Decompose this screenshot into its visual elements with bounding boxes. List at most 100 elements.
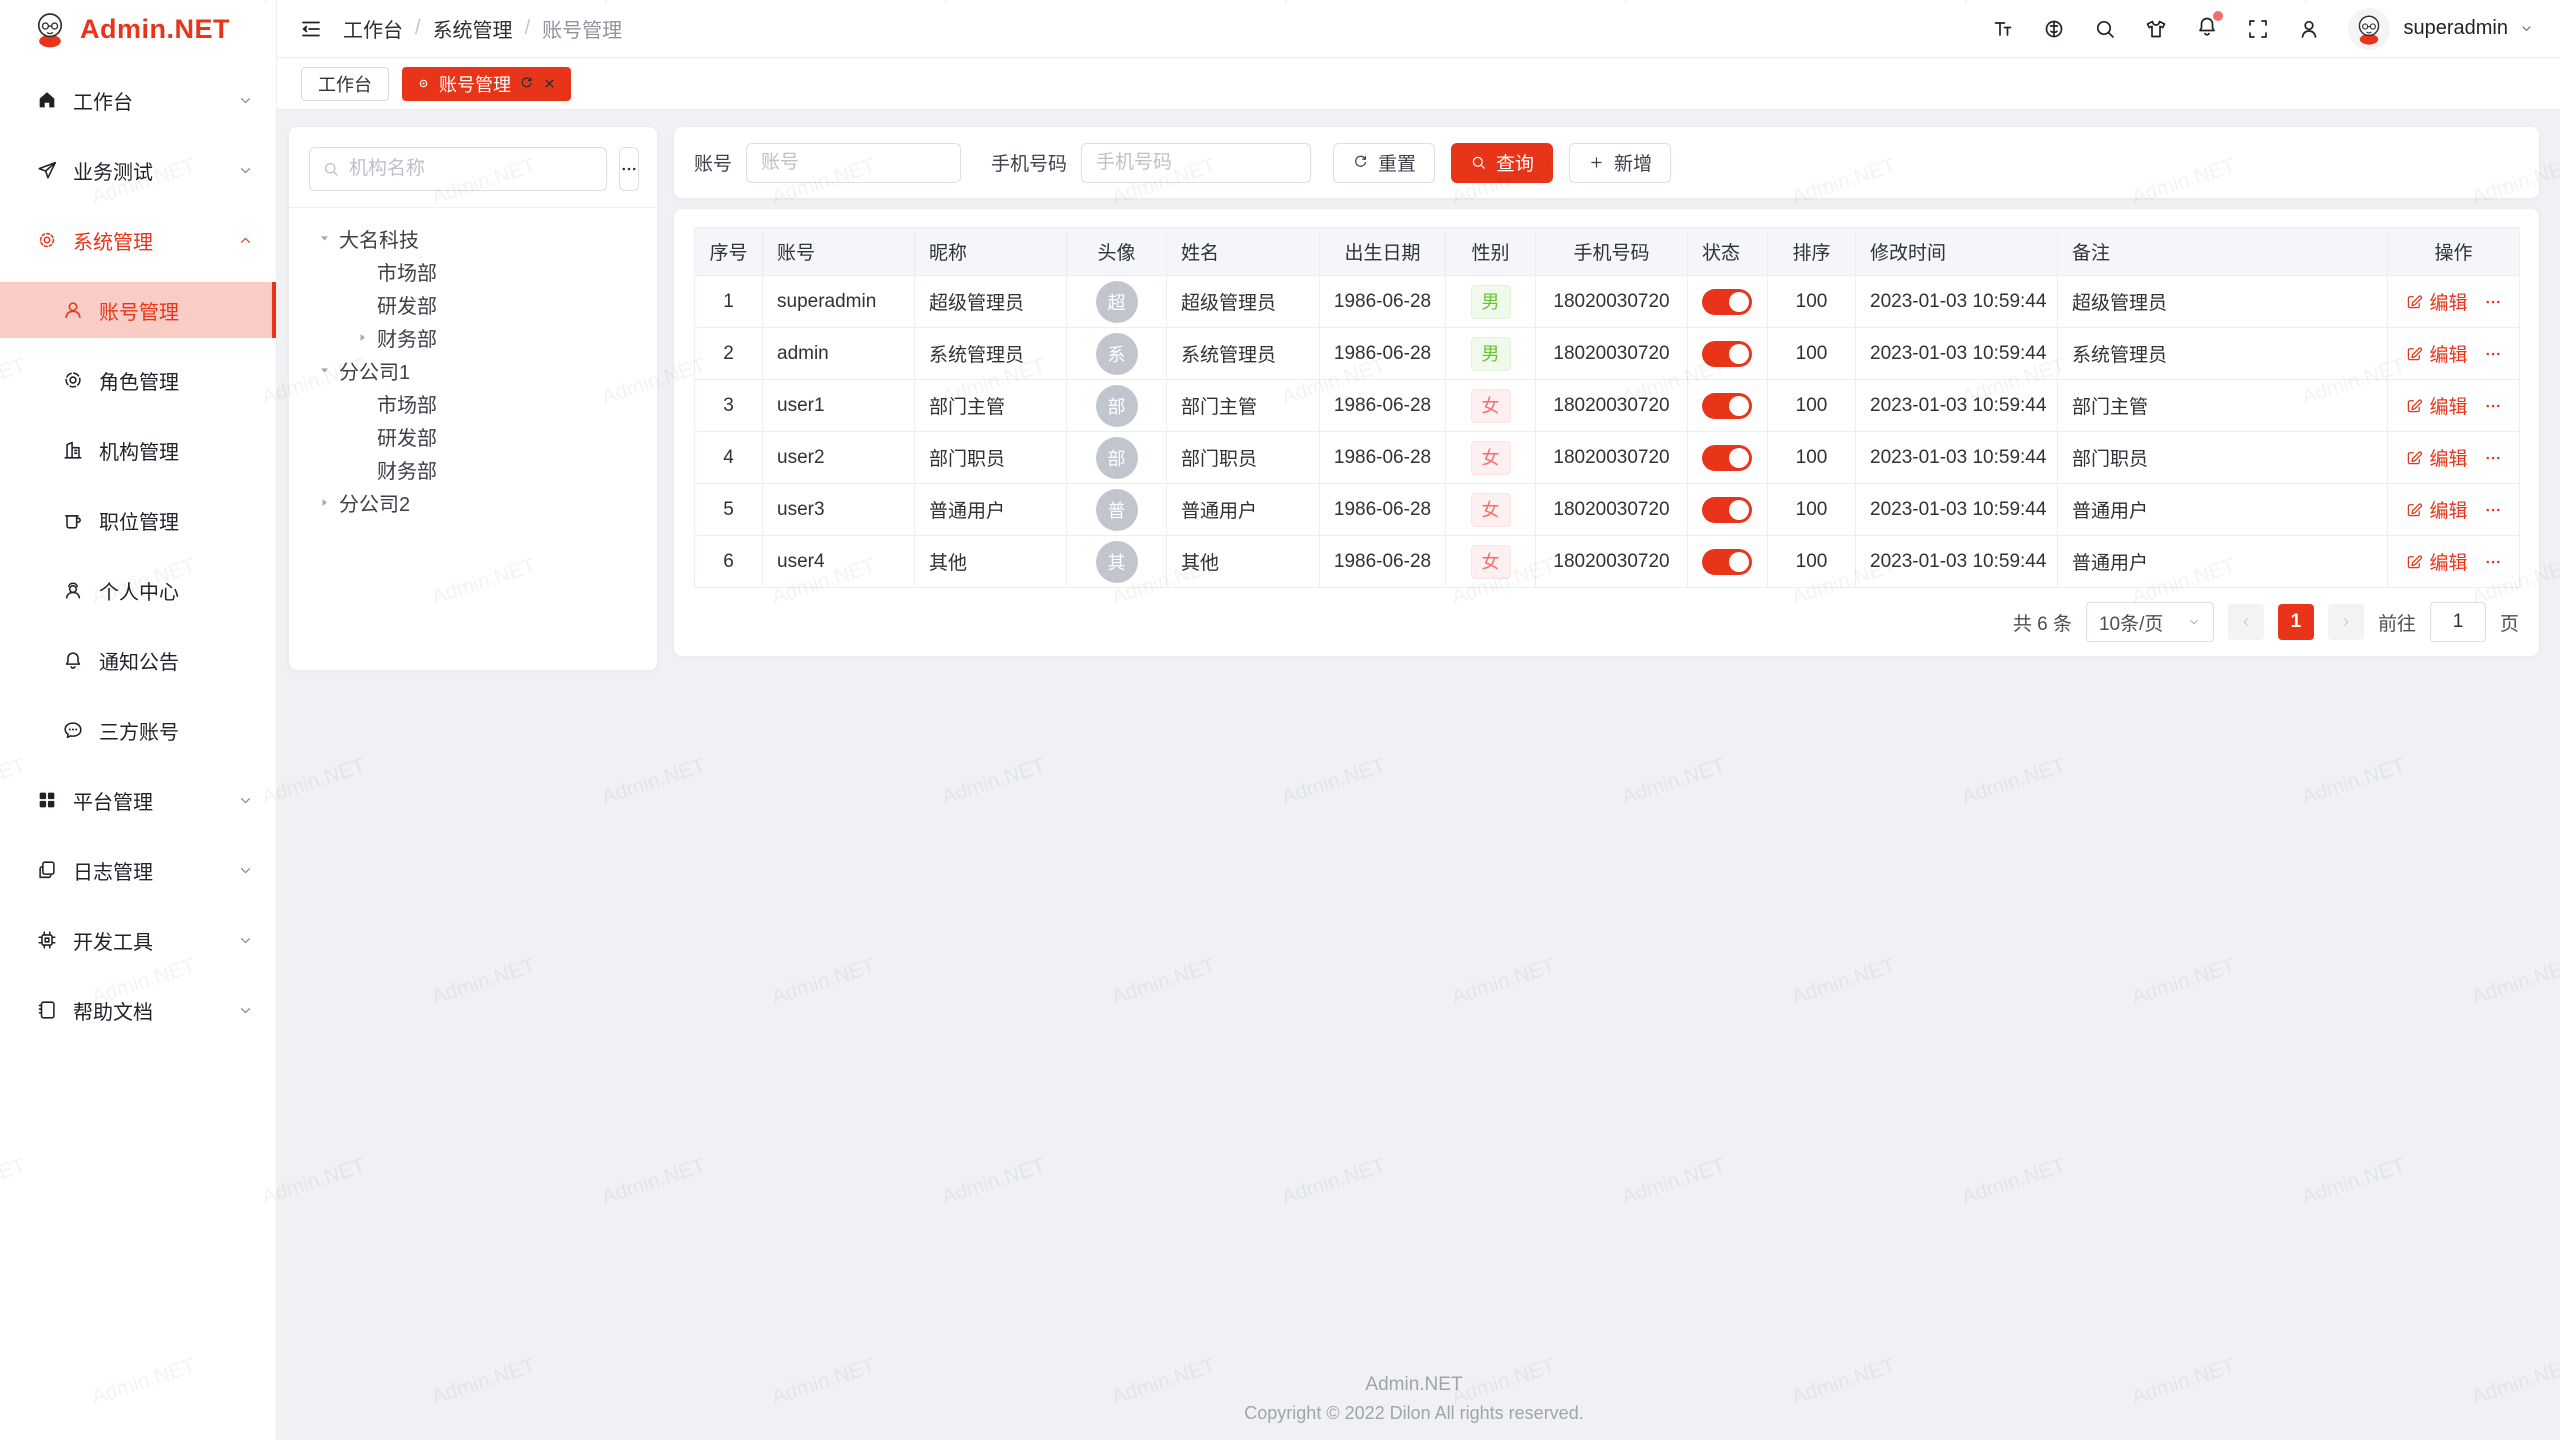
tree-node[interactable]: 研发部 xyxy=(299,420,647,453)
breadcrumb-item[interactable]: 系统管理 xyxy=(433,14,513,43)
tree-node[interactable]: 市场部 xyxy=(299,387,647,420)
cell-name: 系统管理员 xyxy=(1167,328,1320,380)
post-icon xyxy=(62,509,84,531)
status-toggle[interactable] xyxy=(1702,289,1752,315)
edit-button[interactable]: 编辑 xyxy=(2405,548,2467,575)
footer: Admin.NET Copyright © 2022 Dilon All rig… xyxy=(289,1362,2539,1440)
cell-account: admin xyxy=(763,328,915,380)
sidebar-item-send[interactable]: 业务测试 xyxy=(0,142,276,198)
cell-actions: 编辑 xyxy=(2388,380,2520,432)
org-more-button[interactable] xyxy=(619,147,639,191)
tab-账号管理[interactable]: 账号管理 xyxy=(402,67,571,101)
sidebar-subitem-user[interactable]: 账号管理 xyxy=(0,282,276,338)
row-more-button[interactable] xyxy=(2484,553,2502,571)
sidebar-item-home[interactable]: 工作台 xyxy=(0,72,276,128)
phone-input[interactable] xyxy=(1081,143,1311,183)
reset-button[interactable]: 重置 xyxy=(1333,143,1435,183)
fullscreen-button[interactable] xyxy=(2246,17,2270,41)
person-icon xyxy=(2297,17,2321,41)
sidebar-item-grid[interactable]: 平台管理 xyxy=(0,772,276,828)
sidebar-subitem-post[interactable]: 职位管理 xyxy=(0,492,276,548)
status-toggle[interactable] xyxy=(1702,497,1752,523)
tab-close-button[interactable] xyxy=(542,76,557,91)
chev-down-icon xyxy=(237,932,254,949)
edit-button[interactable]: 编辑 xyxy=(2405,444,2467,471)
edit-icon xyxy=(2405,293,2423,311)
tree-node[interactable]: 财务部 xyxy=(299,453,647,486)
status-toggle[interactable] xyxy=(1702,393,1752,419)
user-name[interactable]: superadmin xyxy=(2403,17,2508,40)
tab-label: 账号管理 xyxy=(439,71,511,97)
theme-button[interactable] xyxy=(2144,17,2168,41)
org-search-input[interactable] xyxy=(349,158,594,180)
status-toggle[interactable] xyxy=(1702,549,1752,575)
user-avatar[interactable] xyxy=(2348,8,2390,50)
home-icon xyxy=(36,89,58,111)
locale-button[interactable] xyxy=(2042,17,2066,41)
row-more-button[interactable] xyxy=(2484,501,2502,519)
row-more-button[interactable] xyxy=(2484,345,2502,363)
edit-button[interactable]: 编辑 xyxy=(2405,392,2467,419)
sidebar-subitem-chat[interactable]: 三方账号 xyxy=(0,702,276,758)
page-size-select[interactable]: 10条/页 xyxy=(2086,602,2214,642)
cell-avatar: 系 xyxy=(1067,328,1167,380)
edit-button[interactable]: 编辑 xyxy=(2405,288,2467,315)
logo[interactable]: Admin.NET xyxy=(0,0,276,58)
row-more-button[interactable] xyxy=(2484,449,2502,467)
prev-page-button[interactable] xyxy=(2228,604,2264,640)
breadcrumb-separator: / xyxy=(415,17,421,40)
edit-label: 编辑 xyxy=(2429,444,2467,471)
tree-node[interactable]: 市场部 xyxy=(299,255,647,288)
edit-button[interactable]: 编辑 xyxy=(2405,496,2467,523)
tree-node[interactable]: 财务部 xyxy=(299,321,647,354)
tree-node[interactable]: 分公司2 xyxy=(299,486,647,519)
user-table-card: 序号账号昵称头像姓名出生日期性别手机号码状态排序修改时间备注操作1superad… xyxy=(674,209,2539,656)
cell-nickname: 系统管理员 xyxy=(915,328,1067,380)
table-header-row: 序号账号昵称头像姓名出生日期性别手机号码状态排序修改时间备注操作 xyxy=(695,228,2520,276)
row-actions: 编辑 xyxy=(2392,340,2515,367)
sidebar-subitem-label: 账号管理 xyxy=(99,296,250,325)
chev-down-icon xyxy=(237,162,254,179)
sidebar-subitem-org[interactable]: 机构管理 xyxy=(0,422,276,478)
breadcrumb-item[interactable]: 工作台 xyxy=(343,14,403,43)
search-button[interactable]: 查询 xyxy=(1451,143,1553,183)
next-page-button[interactable] xyxy=(2328,604,2364,640)
header-left: 工作台/系统管理/账号管理 xyxy=(299,14,622,43)
row-more-button[interactable] xyxy=(2484,397,2502,415)
account-input[interactable] xyxy=(746,143,961,183)
sidebar-item-book[interactable]: 帮助文档 xyxy=(0,982,276,1038)
cell-order: 100 xyxy=(1768,432,1856,484)
goto-page-input[interactable] xyxy=(2430,602,2486,642)
sidebar-item-label: 开发工具 xyxy=(73,926,222,955)
sidebar-subitem-role[interactable]: 角色管理 xyxy=(0,352,276,408)
sidebar-item-logs[interactable]: 日志管理 xyxy=(0,842,276,898)
phone-label: 手机号码 xyxy=(991,149,1067,176)
tree-caret[interactable] xyxy=(347,331,377,344)
cell-phone: 18020030720 xyxy=(1536,432,1688,484)
sidebar-item-label: 业务测试 xyxy=(73,156,222,185)
add-button[interactable]: 新增 xyxy=(1569,143,1671,183)
menu-fold-icon[interactable] xyxy=(299,17,323,41)
tree-caret[interactable] xyxy=(309,496,339,509)
search-button[interactable] xyxy=(2093,17,2117,41)
tree-caret[interactable] xyxy=(309,364,339,377)
profile-button[interactable] xyxy=(2297,17,2321,41)
sidebar-item-tools[interactable]: 开发工具 xyxy=(0,912,276,968)
tools-icon xyxy=(36,929,58,951)
status-toggle[interactable] xyxy=(1702,445,1752,471)
status-toggle[interactable] xyxy=(1702,341,1752,367)
tree-node[interactable]: 研发部 xyxy=(299,288,647,321)
tree-caret[interactable] xyxy=(309,232,339,245)
sidebar-item-gear[interactable]: 系统管理 xyxy=(0,212,276,268)
tree-node[interactable]: 大名科技 xyxy=(299,222,647,255)
edit-button[interactable]: 编辑 xyxy=(2405,340,2467,367)
tree-node[interactable]: 分公司1 xyxy=(299,354,647,387)
tree-node-label: 分公司1 xyxy=(339,356,410,385)
tab-refresh-button[interactable] xyxy=(519,76,534,91)
current-page-button[interactable]: 1 xyxy=(2278,604,2314,640)
sidebar-subitem-profile[interactable]: 个人中心 xyxy=(0,562,276,618)
row-more-button[interactable] xyxy=(2484,293,2502,311)
sidebar-subitem-bell[interactable]: 通知公告 xyxy=(0,632,276,688)
tab-工作台[interactable]: 工作台 xyxy=(301,67,389,101)
font-size-button[interactable] xyxy=(1991,17,2015,41)
